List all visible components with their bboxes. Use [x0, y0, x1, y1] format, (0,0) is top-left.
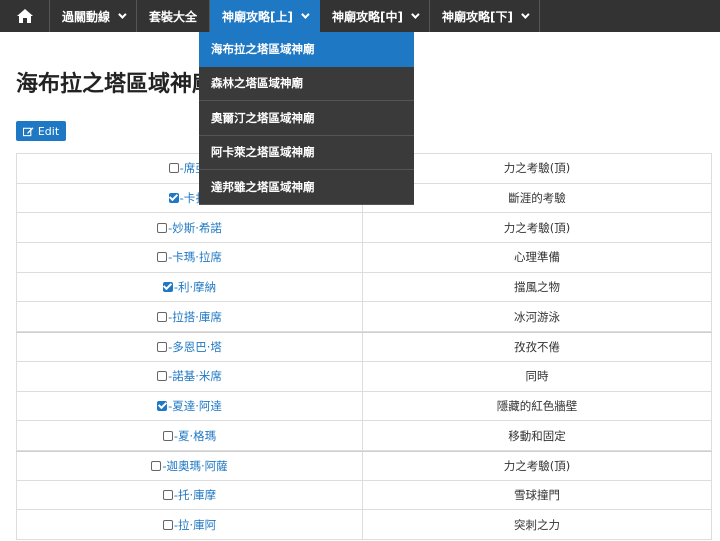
- dropdown-item-hebra-tower[interactable]: 海布拉之塔區域神廟: [199, 32, 414, 67]
- shrine-name-link[interactable]: -諾基·米席: [168, 368, 222, 384]
- trial-name: 力之考驗(頂): [362, 213, 712, 243]
- home-icon: [16, 9, 33, 23]
- table-row: -卡瑪·拉席 心理準備: [16, 243, 712, 273]
- trial-name: 雪球撞門: [362, 480, 712, 510]
- trial-name: 突刺之力: [362, 510, 712, 539]
- shrine-checkbox[interactable]: [157, 222, 168, 233]
- trial-name: 同時: [362, 361, 712, 391]
- table-row: -迦奧瑪·阿薩 力之考驗(頂): [16, 450, 712, 481]
- trial-name: 移動和固定: [362, 421, 712, 450]
- dropdown-item-woodland-tower[interactable]: 森林之塔區域神廟: [199, 67, 414, 101]
- chevron-down-icon: [301, 10, 310, 19]
- shrine-name-link[interactable]: -夏·格瑪: [174, 428, 216, 444]
- shrine-checkbox[interactable]: [168, 163, 179, 174]
- trial-name: 力之考驗(頂): [362, 154, 712, 183]
- nav-item-outfits[interactable]: 套裝大全: [137, 0, 211, 32]
- home-nav-button[interactable]: [0, 0, 50, 32]
- table-row: -拉搭·庫席 冰河游泳: [16, 302, 712, 333]
- table-row: -夏達·阿達 隱藏的紅色牆壁: [16, 391, 712, 422]
- shrine-name-link[interactable]: -迦奧瑪·阿薩: [162, 458, 227, 474]
- table-row: -拉·庫阿 突刺之力: [16, 510, 712, 540]
- nav-item-label: 神廟攻略[中]: [332, 9, 403, 24]
- nav-item-label: 神廟攻略[下]: [442, 9, 513, 24]
- shrine-table: -席亞· 力之考驗(頂) -卡扎· 斷涯的考驗 -妙斯·希諾 力之考驗(頂) -…: [16, 153, 712, 540]
- trial-name: 力之考驗(頂): [362, 451, 712, 480]
- chevron-down-icon: [118, 10, 127, 19]
- dropdown-item-akkala-tower[interactable]: 阿卡萊之塔區域神廟: [199, 136, 414, 170]
- chevron-down-icon: [521, 10, 530, 19]
- top-navbar: 過關動線 套裝大全 神廟攻略[上] 神廟攻略[中] 神廟攻略[下]: [0, 0, 720, 32]
- nav-item-route[interactable]: 過關動線: [50, 0, 138, 32]
- nav-item-label: 過關動線: [62, 9, 111, 24]
- shrine-name-link[interactable]: -妙斯·希諾: [168, 220, 222, 236]
- shrine-checkbox[interactable]: [157, 371, 168, 382]
- shrine-name-link[interactable]: -多恩巴·塔: [168, 339, 222, 355]
- trial-name: 孜孜不倦: [362, 333, 712, 361]
- trial-name: 冰河游泳: [362, 302, 712, 332]
- trial-name: 斷涯的考驗: [362, 183, 712, 213]
- shrine-name-link[interactable]: -托·庫摩: [174, 487, 216, 503]
- shrine-checkbox[interactable]: [157, 341, 168, 352]
- dropdown-item-dueling-peaks-tower[interactable]: 達邦雖之塔區域神廟: [199, 170, 414, 205]
- shrine-checkbox[interactable]: [162, 519, 173, 530]
- nav-item-shrines-upper[interactable]: 神廟攻略[上]: [210, 0, 321, 32]
- page-title: 海布拉之塔區域神廟: [16, 72, 215, 97]
- shrine-name-link[interactable]: -夏達·阿達: [168, 398, 222, 414]
- shrine-name-link[interactable]: -拉搭·庫席: [168, 309, 222, 325]
- shrine-checkbox[interactable]: [157, 252, 168, 263]
- trial-name: 隱藏的紅色牆壁: [362, 391, 712, 421]
- edit-button-label: Edit: [37, 124, 60, 138]
- shrine-checkbox[interactable]: [157, 400, 168, 411]
- table-row: -夏·格瑪 移動和固定: [16, 421, 712, 451]
- shrine-checkbox[interactable]: [162, 282, 173, 293]
- shrine-name-link[interactable]: -卡瑪·拉席: [168, 249, 222, 265]
- nav-item-shrines-middle[interactable]: 神廟攻略[中]: [320, 0, 430, 32]
- nav-item-label: 套裝大全: [149, 9, 198, 24]
- shrine-checkbox[interactable]: [162, 430, 173, 441]
- chevron-down-icon: [411, 10, 420, 19]
- nav-item-shrines-lower[interactable]: 神廟攻略[下]: [430, 0, 540, 32]
- shrine-checkbox[interactable]: [157, 311, 168, 322]
- shrine-checkbox[interactable]: [162, 489, 173, 500]
- table-row: -妙斯·希諾 力之考驗(頂): [16, 213, 712, 244]
- shrine-checkbox[interactable]: [151, 460, 162, 471]
- table-row: -多恩巴·塔 孜孜不倦: [16, 332, 712, 362]
- shrine-checkbox[interactable]: [168, 193, 179, 204]
- edit-button[interactable]: Edit: [16, 121, 66, 141]
- trial-name: 擋風之物: [362, 272, 712, 302]
- shrine-name-link[interactable]: -利·摩納: [174, 279, 216, 295]
- trial-name: 心理準備: [362, 243, 712, 272]
- shrine-name-link[interactable]: -拉·庫阿: [174, 517, 216, 533]
- table-row: -利·摩納 擋風之物: [16, 272, 712, 303]
- nav-item-label: 神廟攻略[上]: [222, 9, 294, 24]
- shrines-upper-dropdown-menu: 海布拉之塔區域神廟 森林之塔區域神廟 奧爾汀之塔區域神廟 阿卡萊之塔區域神廟 達…: [199, 32, 414, 205]
- dropdown-item-eldin-tower[interactable]: 奧爾汀之塔區域神廟: [199, 101, 414, 136]
- table-row: -諾基·米席 同時: [16, 361, 712, 392]
- edit-icon: [22, 126, 34, 136]
- table-row: -托·庫摩 雪球撞門: [16, 480, 712, 511]
